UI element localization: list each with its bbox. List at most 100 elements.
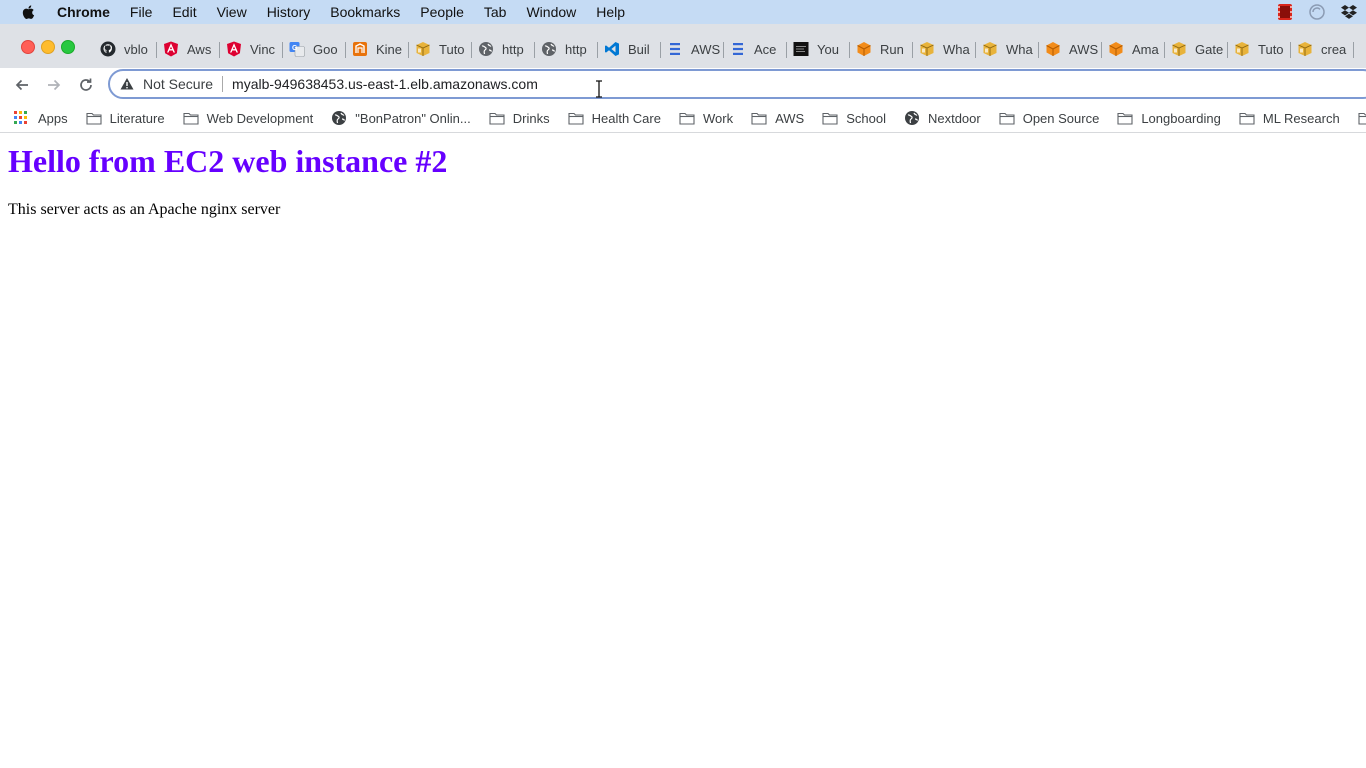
browser-toolbar: Not Secure myalb-949638453.us-east-1.elb… bbox=[0, 68, 1366, 102]
forward-button[interactable] bbox=[42, 73, 66, 97]
text-cursor-icon bbox=[596, 80, 602, 98]
vscode-icon bbox=[604, 41, 620, 57]
bookmark-item[interactable]: Work bbox=[679, 111, 733, 126]
folder-icon bbox=[568, 111, 584, 125]
browser-tab[interactable]: Ama bbox=[1102, 36, 1165, 62]
tab-title: Vinc bbox=[250, 41, 276, 57]
bookmark-item[interactable]: Nextdoor bbox=[904, 111, 981, 126]
sync-icon[interactable] bbox=[1308, 3, 1326, 21]
back-button[interactable] bbox=[10, 73, 34, 97]
menu-help[interactable]: Help bbox=[596, 4, 625, 20]
menu-history[interactable]: History bbox=[267, 4, 311, 20]
browser-tab[interactable]: http bbox=[535, 36, 598, 62]
browser-tab[interactable]: Ace bbox=[724, 36, 787, 62]
reload-button[interactable] bbox=[74, 73, 98, 97]
folder-icon bbox=[1358, 111, 1366, 125]
browser-tab[interactable]: G Goo bbox=[283, 36, 346, 62]
menu-view[interactable]: View bbox=[217, 4, 247, 20]
browser-tab[interactable]: Gate bbox=[1165, 36, 1228, 62]
browser-tab[interactable]: http bbox=[472, 36, 535, 62]
svg-text:G: G bbox=[292, 45, 298, 52]
bookmark-item[interactable]: AWS bbox=[751, 111, 804, 126]
bookmark-label: Literature bbox=[109, 110, 165, 126]
tab-strip: vblo Aws Vinc G Goo Kine Tuto http http Buil AWS Ac… bbox=[0, 24, 1366, 74]
page-heading: Hello from EC2 web instance #2 bbox=[8, 143, 448, 179]
screen-recorder-icon[interactable] bbox=[1276, 3, 1294, 21]
bookmark-label: School bbox=[846, 110, 886, 126]
address-bar[interactable]: Not Secure myalb-949638453.us-east-1.elb… bbox=[108, 69, 1366, 99]
bookmark-item[interactable]: Longboarding bbox=[1117, 111, 1221, 126]
bookmark-label: Drinks bbox=[512, 110, 550, 126]
bookmark-item[interactable]: Web Development bbox=[183, 111, 313, 126]
bookmark-item[interactable]: "BonPatron" Onlin... bbox=[331, 111, 471, 126]
aws-box-icon bbox=[982, 41, 998, 57]
bookmarks-bar: Apps Literature Web Development "BonPatron"… bbox=[0, 104, 1366, 133]
tab-title: Run bbox=[880, 41, 904, 57]
window-minimize-button[interactable] bbox=[41, 40, 55, 54]
tab-title: Buil bbox=[628, 41, 650, 57]
menu-bookmarks[interactable]: Bookmarks bbox=[330, 4, 400, 20]
apple-menu-icon[interactable] bbox=[20, 3, 38, 21]
bookmark-item[interactable]: School bbox=[822, 111, 886, 126]
browser-tab[interactable]: Run bbox=[850, 36, 913, 62]
browser-tab[interactable]: vblo bbox=[94, 36, 157, 62]
folder-icon bbox=[999, 111, 1015, 125]
security-status-label[interactable]: Not Secure bbox=[143, 76, 213, 92]
folder-icon bbox=[183, 111, 199, 125]
menu-window[interactable]: Window bbox=[526, 4, 576, 20]
window-fullscreen-button[interactable] bbox=[61, 40, 75, 54]
dropbox-icon[interactable] bbox=[1340, 3, 1358, 21]
menu-tab[interactable]: Tab bbox=[484, 4, 507, 20]
reload-icon bbox=[80, 78, 92, 91]
browser-tab[interactable]: Tuto bbox=[1228, 36, 1291, 62]
menu-people[interactable]: People bbox=[420, 4, 464, 20]
menu-app-name[interactable]: Chrome bbox=[57, 4, 110, 20]
folder-icon bbox=[489, 111, 505, 125]
url-text[interactable]: myalb-949638453.us-east-1.elb.amazonaws.… bbox=[232, 76, 538, 92]
warning-triangle-icon[interactable] bbox=[120, 77, 134, 91]
browser-tab[interactable]: Buil bbox=[598, 36, 661, 62]
tab-title: Tuto bbox=[1258, 41, 1284, 57]
bookmark-item[interactable]: Drinks bbox=[489, 111, 550, 126]
bookmark-item[interactable]: WhizL bbox=[1358, 111, 1366, 126]
bookmark-label: Apps bbox=[38, 110, 68, 126]
tab-title: vblo bbox=[124, 41, 148, 57]
tab-title: crea bbox=[1321, 41, 1347, 57]
tab-title: Ama bbox=[1132, 41, 1159, 57]
browser-tab[interactable]: Kine bbox=[346, 36, 409, 62]
aws-box-icon bbox=[415, 41, 431, 57]
bookmark-item[interactable]: ML Research bbox=[1239, 111, 1340, 126]
browser-tab[interactable]: Wha bbox=[976, 36, 1039, 62]
tab-title: Kine bbox=[376, 41, 403, 57]
globe-icon bbox=[904, 111, 920, 125]
window-close-button[interactable] bbox=[21, 40, 35, 54]
menu-file[interactable]: File bbox=[130, 4, 153, 20]
page-content: Hello from EC2 web instance #2 This serv… bbox=[0, 133, 1366, 768]
globe-icon bbox=[331, 111, 347, 125]
browser-tab[interactable]: AWS bbox=[661, 36, 724, 62]
browser-tab[interactable]: You bbox=[787, 36, 850, 62]
browser-tab[interactable]: crea bbox=[1291, 36, 1354, 62]
browser-tab[interactable]: Tuto bbox=[409, 36, 472, 62]
bookmark-label: Health Care bbox=[591, 110, 661, 126]
browser-tab[interactable]: AWS bbox=[1039, 36, 1102, 62]
bookmark-item[interactable]: Apps bbox=[14, 111, 68, 126]
omnibox-divider bbox=[222, 76, 224, 92]
aws-box-icon bbox=[1234, 41, 1250, 57]
globe-icon bbox=[478, 41, 494, 57]
menu-edit[interactable]: Edit bbox=[172, 4, 196, 20]
browser-tab[interactable]: Aws bbox=[157, 36, 220, 62]
bookmark-label: ML Research bbox=[1262, 110, 1340, 126]
tab-title: Wha bbox=[1006, 41, 1033, 57]
aws-box-icon bbox=[1171, 41, 1187, 57]
github-icon bbox=[100, 41, 116, 57]
apps-grid-icon bbox=[14, 111, 30, 125]
browser-tab[interactable]: Vinc bbox=[220, 36, 283, 62]
bookmark-item[interactable]: Open Source bbox=[999, 111, 1099, 126]
bookmark-item[interactable]: Literature bbox=[86, 111, 165, 126]
browser-tab[interactable]: Wha bbox=[913, 36, 976, 62]
bookmark-item[interactable]: Health Care bbox=[568, 111, 661, 126]
tab-title: Gate bbox=[1195, 41, 1224, 57]
tab-title: Aws bbox=[187, 41, 212, 57]
bookmark-label: Longboarding bbox=[1141, 110, 1221, 126]
